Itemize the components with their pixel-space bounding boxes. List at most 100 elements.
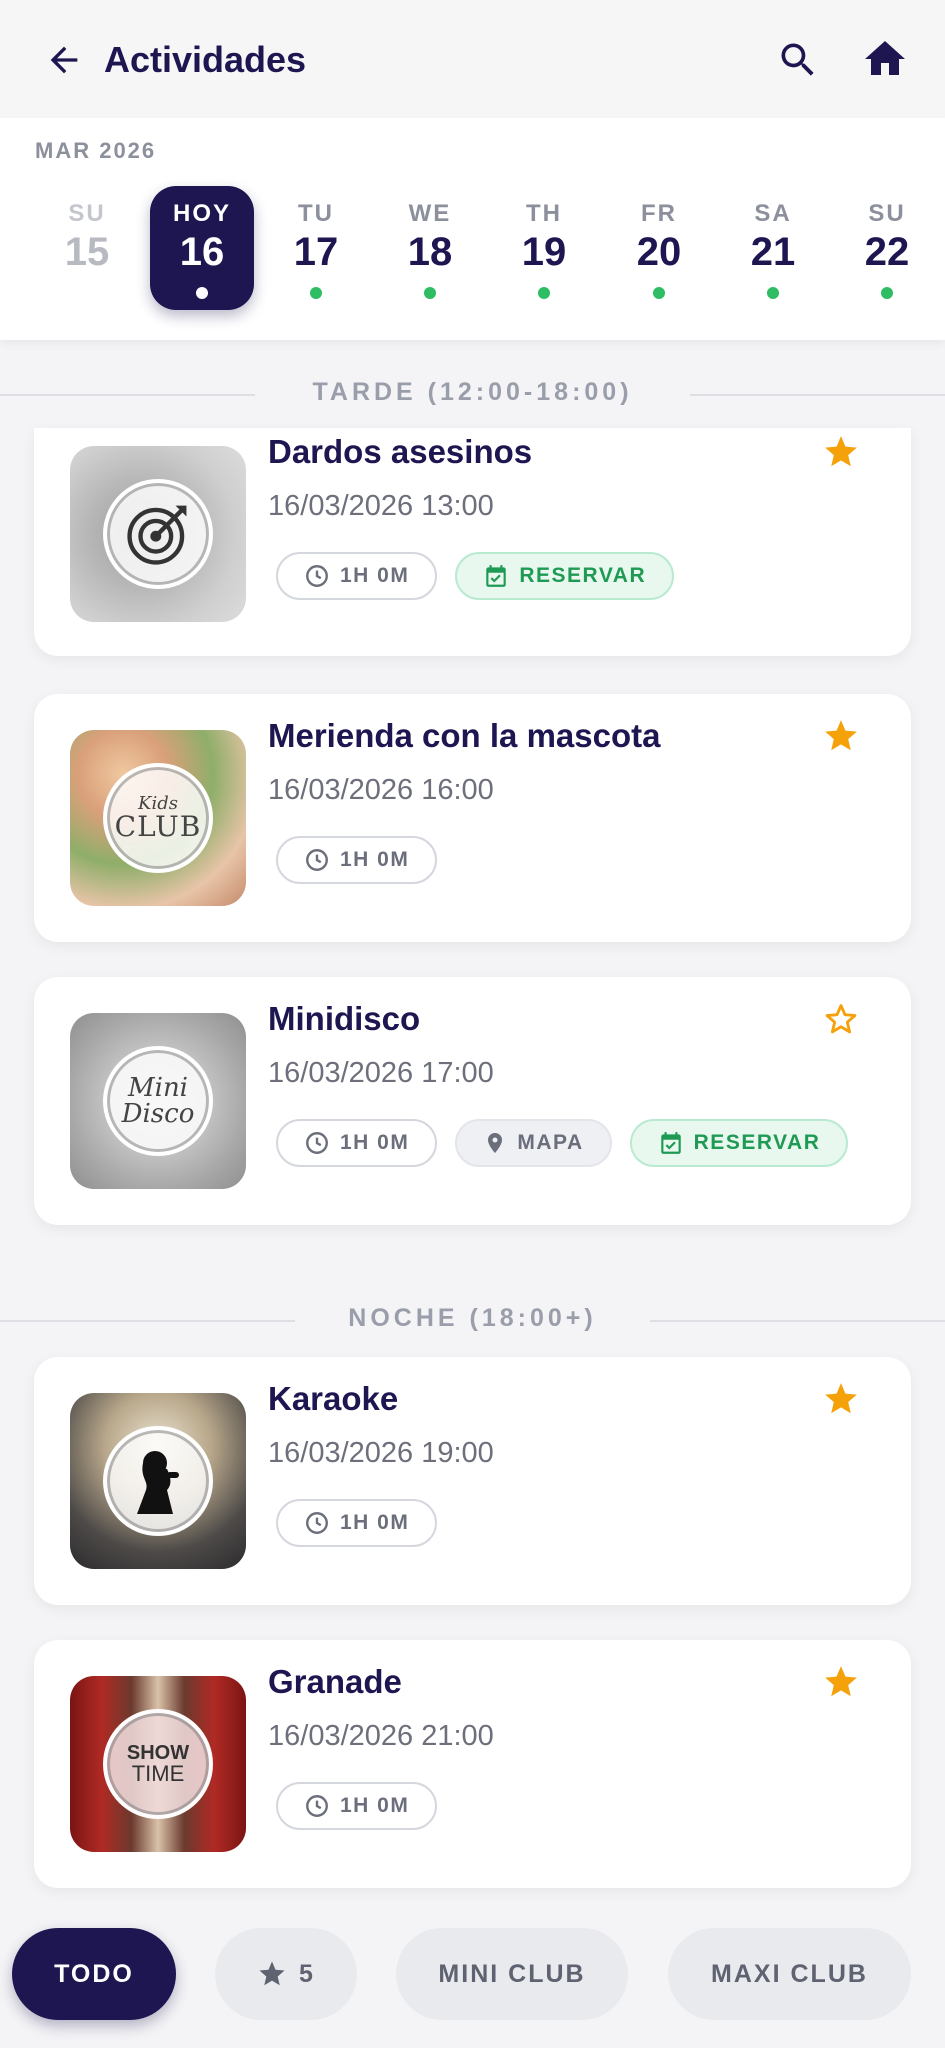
event-dot bbox=[767, 287, 779, 299]
filter-todo-button[interactable]: TODO bbox=[12, 1928, 176, 2020]
duration-label: 1H 0M bbox=[340, 564, 410, 587]
arrow-left-icon bbox=[50, 46, 78, 74]
activity-datetime: 16/03/2026 16:00 bbox=[268, 774, 494, 806]
event-dot bbox=[538, 287, 550, 299]
clock-icon bbox=[306, 565, 328, 587]
section-label: TARDE (12:00-18:00) bbox=[312, 378, 633, 406]
activity-thumbnail: Kids CLUB bbox=[70, 730, 246, 906]
app-header: Actividades bbox=[0, 0, 945, 118]
day-22[interactable]: SU 22 bbox=[835, 186, 939, 310]
favorite-button[interactable] bbox=[819, 997, 863, 1041]
activity-chips: 1H 0M bbox=[276, 836, 438, 884]
star-filled-icon bbox=[825, 436, 857, 467]
event-dot bbox=[424, 287, 436, 299]
activity-title: Merienda con la mascota bbox=[268, 717, 661, 754]
location-pin-icon bbox=[488, 1133, 503, 1153]
activity-badge bbox=[103, 1426, 213, 1536]
event-dot bbox=[881, 287, 893, 299]
activity-title: Dardos asesinos bbox=[268, 433, 533, 470]
activity-badge: Kids CLUB bbox=[103, 763, 213, 873]
badge-text-top: Mini bbox=[128, 1073, 188, 1103]
activity-card[interactable]: Dardos asesinos 16/03/2026 13:00 1H 0M R… bbox=[34, 428, 911, 656]
day-name: SA bbox=[754, 200, 792, 227]
activity-card[interactable]: Mini Disco Minidisco 16/03/2026 17:00 1H… bbox=[34, 977, 911, 1225]
filter-label: MINI CLUB bbox=[438, 1959, 586, 1988]
star-filled-icon bbox=[825, 1383, 857, 1414]
divider-line bbox=[690, 394, 945, 396]
search-button[interactable] bbox=[772, 34, 824, 86]
home-button[interactable] bbox=[858, 32, 912, 86]
activity-card[interactable]: Kids CLUB Merienda con la mascota 16/03/… bbox=[34, 694, 911, 942]
day-18[interactable]: WE 18 bbox=[378, 186, 482, 310]
day-20[interactable]: FR 20 bbox=[607, 186, 711, 310]
back-button[interactable] bbox=[40, 36, 88, 84]
calendar-check-icon bbox=[486, 565, 507, 587]
filter-label: TODO bbox=[54, 1959, 134, 1988]
day-21[interactable]: SA 21 bbox=[721, 186, 825, 310]
star-icon bbox=[259, 1961, 285, 1986]
day-number: 16 bbox=[179, 230, 225, 274]
duration-chip: 1H 0M bbox=[276, 1782, 438, 1830]
day-name: TU bbox=[298, 200, 334, 227]
clock-icon bbox=[306, 1512, 328, 1534]
day-19[interactable]: TH 19 bbox=[492, 186, 596, 310]
month-label: MAR 2026 bbox=[35, 138, 157, 163]
page-title: Actividades bbox=[104, 39, 307, 80]
day-name: FR bbox=[641, 200, 677, 227]
reserve-label: RESERVAR bbox=[693, 1131, 821, 1154]
activity-thumbnail: SHOW TIME bbox=[70, 1676, 246, 1852]
section-header-noche: NOCHE (18:00+) bbox=[0, 1300, 945, 1340]
activity-datetime: 16/03/2026 17:00 bbox=[268, 1057, 494, 1089]
activity-chips: 1H 0M bbox=[276, 1499, 438, 1547]
activity-chips: 1H 0M bbox=[276, 1782, 438, 1830]
badge-text-bottom: Disco bbox=[121, 1099, 195, 1129]
favorite-button[interactable] bbox=[819, 1377, 863, 1421]
event-dot bbox=[196, 287, 208, 299]
darts-target-icon bbox=[127, 505, 187, 565]
filter-maxi-club-button[interactable]: MAXI CLUB bbox=[668, 1928, 911, 2020]
day-name: WE bbox=[408, 200, 452, 227]
activity-chips: 1H 0M RESERVAR bbox=[276, 552, 675, 600]
filter-mini-club-button[interactable]: MINI CLUB bbox=[396, 1928, 628, 2020]
duration-chip: 1H 0M bbox=[276, 836, 438, 884]
duration-chip: 1H 0M bbox=[276, 1499, 438, 1547]
day-15[interactable]: SU 15 bbox=[35, 186, 139, 310]
day-name: SU bbox=[868, 200, 906, 227]
map-button[interactable]: MAPA bbox=[455, 1119, 612, 1167]
reserve-button[interactable]: RESERVAR bbox=[455, 552, 675, 600]
activity-thumbnail bbox=[70, 446, 246, 622]
reserve-button[interactable]: RESERVAR bbox=[629, 1119, 849, 1167]
day-number: 19 bbox=[521, 230, 567, 274]
filter-favorites-button[interactable]: 5 bbox=[215, 1928, 357, 2020]
favorites-count: 5 bbox=[299, 1959, 315, 1988]
search-icon bbox=[781, 43, 814, 76]
day-16-today[interactable]: HOY 16 bbox=[150, 186, 254, 310]
duration-chip: 1H 0M bbox=[276, 552, 438, 600]
activity-card[interactable]: Karaoke 16/03/2026 19:00 1H 0M bbox=[34, 1357, 911, 1605]
activity-title: Karaoke bbox=[268, 1380, 399, 1417]
favorite-button[interactable] bbox=[819, 1660, 863, 1704]
activity-title: Minidisco bbox=[268, 1000, 421, 1037]
clock-icon bbox=[306, 1795, 328, 1817]
activity-card[interactable]: SHOW TIME Granade 16/03/2026 21:00 1H 0M bbox=[34, 1640, 911, 1888]
badge-text-bottom: TIME bbox=[131, 1761, 185, 1786]
section-header-tarde: TARDE (12:00-18:00) bbox=[0, 374, 945, 414]
activity-datetime: 16/03/2026 13:00 bbox=[268, 490, 494, 522]
clock-icon bbox=[306, 849, 328, 871]
favorite-button[interactable] bbox=[819, 430, 863, 474]
day-number: 17 bbox=[293, 230, 339, 274]
day-17[interactable]: TU 17 bbox=[264, 186, 368, 310]
day-number: 20 bbox=[636, 230, 682, 274]
star-filled-icon bbox=[825, 720, 857, 751]
activity-title: Granade bbox=[268, 1663, 402, 1700]
day-number: 18 bbox=[407, 230, 453, 274]
day-number: 22 bbox=[864, 230, 910, 274]
section-label: NOCHE (18:00+) bbox=[348, 1304, 597, 1332]
map-label: MAPA bbox=[517, 1131, 584, 1154]
date-strip: MAR 2026 SU 15 HOY 16 TU 17 WE 18 TH 19 … bbox=[0, 118, 945, 340]
day-name: HOY bbox=[172, 200, 231, 227]
activity-chips: 1H 0M MAPA RESERVAR bbox=[276, 1119, 849, 1167]
duration-label: 1H 0M bbox=[340, 1794, 410, 1817]
event-dot bbox=[310, 287, 322, 299]
favorite-button[interactable] bbox=[819, 714, 863, 758]
